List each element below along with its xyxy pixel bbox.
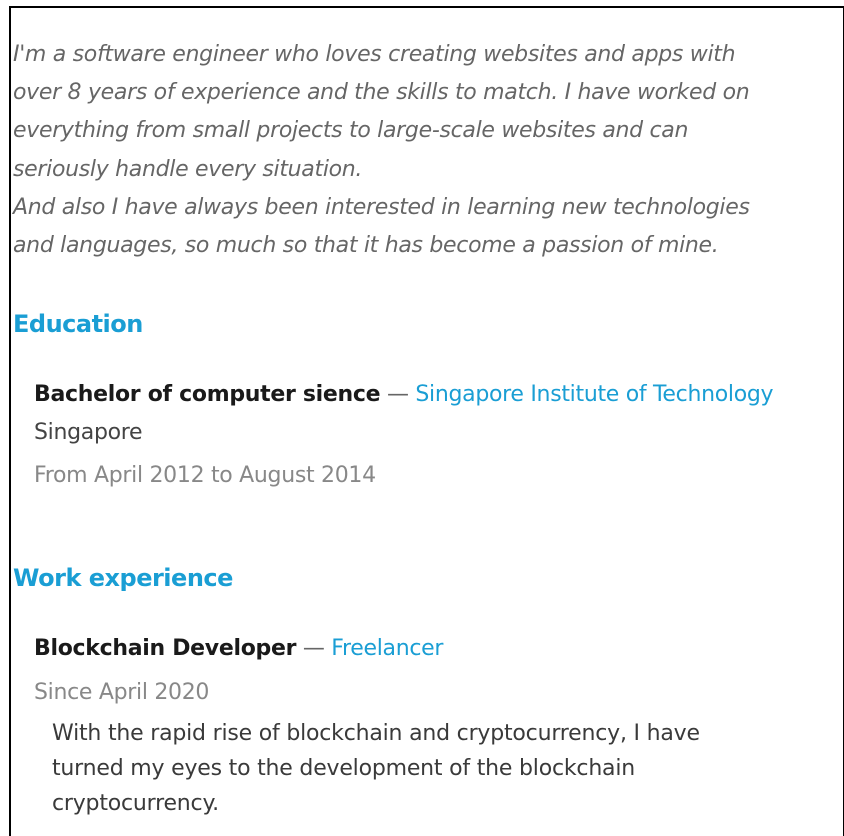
institution-link[interactable]: Singapore Institute of Technology — [415, 382, 773, 407]
work-period: Since April 2020 — [34, 680, 210, 705]
about-line: over 8 years of experience and the skill… — [13, 80, 750, 106]
work-entry-heading: Blockchain Developer — Freelancer — [34, 636, 443, 661]
job-title: Blockchain Developer — [34, 636, 297, 661]
about-paragraph: I'm a software engineer who loves creati… — [13, 36, 843, 265]
separator: — — [302, 636, 325, 661]
about-line: I'm a software engineer who loves creati… — [13, 42, 736, 67]
company-link[interactable]: Freelancer — [331, 636, 443, 661]
about-line: and languages, so much so that it has be… — [13, 233, 719, 259]
work-description: With the rapid rise of blockchain and cr… — [52, 716, 700, 821]
separator: — — [386, 382, 409, 407]
education-period: From April 2012 to August 2014 — [34, 463, 376, 488]
description-line: turned my eyes to the development of the… — [52, 756, 635, 781]
about-line: seriously handle every situation. — [13, 156, 363, 182]
description-line: With the rapid rise of blockchain and cr… — [52, 721, 700, 746]
education-heading: Education — [13, 310, 143, 338]
work-experience-heading: Work experience — [13, 564, 233, 592]
about-line: And also I have always been interested i… — [13, 194, 750, 220]
education-entry-heading: Bachelor of computer sience — Singapore … — [34, 382, 774, 407]
resume-panel: I'm a software engineer who loves creati… — [9, 6, 844, 836]
description-line: cryptocurrency. — [52, 791, 219, 816]
about-line: everything from small projects to large-… — [13, 118, 689, 144]
degree-title: Bachelor of computer sience — [34, 382, 381, 407]
education-location: Singapore — [34, 420, 143, 445]
